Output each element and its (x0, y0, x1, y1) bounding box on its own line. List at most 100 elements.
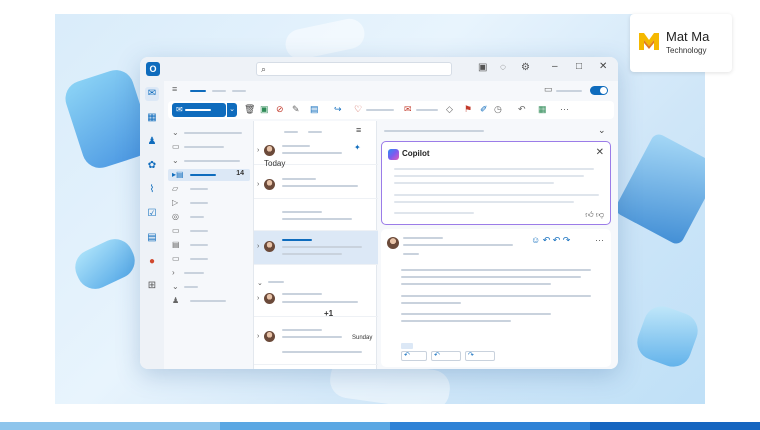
settings-icon[interactable]: ⚙ (521, 62, 530, 73)
tab-home[interactable] (190, 90, 206, 92)
lightbulb-icon[interactable]: ◌ (500, 62, 506, 73)
list-item[interactable]: ⌄ › +1 (254, 271, 378, 318)
app-rail: ✉ ▦ ♟ ✿ ⌇ ☑ ▤ ● ⊞ (140, 81, 164, 369)
notes-icon[interactable]: ▣ (478, 62, 487, 73)
folder-item[interactable]: ▭ (168, 141, 250, 153)
more-options-icon[interactable]: ⋯ (595, 235, 604, 246)
command-bar: ≡ ▭ ✉ ⌄ 🗑︎ ▣ ⊘ ✎ ▤ ↪ ♡ ✉ ◇ ⚑ ✐ ◷ ↶ ▦ ⋯ (164, 81, 618, 121)
bottom-color-bar (0, 422, 760, 430)
pin-icon[interactable]: ✐ (480, 104, 488, 115)
decorative-glass-shape (282, 16, 368, 62)
folder-group-header[interactable]: ⌄ (168, 281, 250, 293)
snooze-icon[interactable]: ◷ (494, 104, 502, 115)
reply-actions-icon[interactable]: ☺ ↶ ↶ ↷ (531, 235, 570, 246)
minimize-button[interactable]: – (552, 61, 558, 72)
close-button[interactable]: ✕ (599, 61, 607, 72)
folder-item[interactable]: ▭ (168, 225, 250, 237)
apps-icon[interactable]: ▦ (538, 104, 547, 115)
email-message: ☺ ↶ ↶ ↷ ⋯ ↶ ↶ ↷ (381, 229, 611, 367)
decorative-glass-shape (632, 301, 703, 372)
sweep-icon[interactable]: ✎ (292, 104, 300, 115)
list-item[interactable] (254, 203, 378, 231)
close-icon[interactable]: ✕ (596, 147, 604, 158)
new-outlook-toggle[interactable] (590, 86, 608, 95)
folder-item-inbox[interactable]: ▸▤ 14 (168, 169, 250, 181)
brand-logo: Mat Ma Technology (630, 14, 732, 72)
avatar (264, 293, 275, 304)
flag-filter-icon[interactable]: ♡ (354, 104, 362, 115)
move-icon[interactable]: ▤ (310, 104, 319, 115)
color-segment (590, 422, 760, 430)
color-segment (390, 422, 590, 430)
list-item[interactable]: › Sunday (254, 321, 378, 365)
color-segment (0, 422, 220, 430)
chevron-down-icon[interactable]: ⌄ (598, 125, 606, 136)
menu-icon[interactable]: ≡ (172, 84, 177, 94)
color-segment (220, 422, 390, 430)
reply-button[interactable]: ↶ (401, 351, 427, 361)
delete-icon[interactable]: 🗑︎ (244, 104, 255, 115)
outlook-logo-icon: O (146, 62, 160, 76)
read-label (416, 109, 438, 111)
folder-item[interactable]: ▤ (168, 239, 250, 251)
calendar-app-icon[interactable]: ▦ (145, 111, 159, 125)
message-list: ≡ › ✦ Today › › ⌄ › +1 › Sunday (253, 121, 378, 369)
reply-icon[interactable]: ↪ (334, 104, 342, 115)
tab-view[interactable] (212, 90, 226, 92)
report-icon[interactable]: ⊘ (276, 104, 284, 115)
reply-all-button[interactable]: ↶ (431, 351, 461, 361)
mail-app-icon[interactable]: ✉ (145, 87, 159, 101)
list-item[interactable]: › (254, 171, 378, 199)
account-header[interactable]: ⌄ (168, 127, 250, 139)
avatar (387, 237, 399, 249)
folder-group-header[interactable]: ⌄ (168, 155, 250, 167)
people-app-icon[interactable]: ♟ (145, 135, 159, 149)
attachment-app-icon[interactable]: ⌇ (145, 183, 159, 197)
brand-subtitle: Technology (666, 46, 707, 55)
focused-tab[interactable] (284, 131, 298, 133)
feedback-icon[interactable]: 👍︎ 👎︎ (585, 210, 604, 220)
copilot-icon (388, 149, 399, 160)
search-icon: ⌕ (261, 64, 267, 74)
copilot-panel: Copilot ✕ 👍︎ 👎︎ (381, 141, 611, 225)
status-text (556, 90, 582, 92)
attachment-tag (401, 343, 413, 349)
new-mail-button[interactable]: ✉ (172, 103, 226, 117)
read-icon[interactable]: ✉ (404, 104, 412, 115)
other-tab[interactable] (308, 131, 322, 133)
tab-help[interactable] (232, 90, 246, 92)
more-apps-icon[interactable]: ⊞ (145, 279, 159, 293)
subject-line (384, 130, 484, 132)
avatar (264, 331, 275, 342)
decorative-glass-shape (613, 131, 705, 247)
more-options-icon[interactable]: ⋯ (560, 104, 569, 115)
folder-pane: ⌄ ▭ ⌄ ▸▤ 14 ▱ ▷ ◎ ▭ ▤ ▭ › ⌄ ♟ (164, 121, 252, 369)
tag-icon[interactable]: ◇ (446, 104, 453, 115)
folder-item[interactable]: ◎ (168, 211, 250, 223)
decorative-glass-shape (69, 233, 141, 295)
list-item-selected[interactable]: › (254, 231, 378, 265)
archive-icon[interactable]: ▣ (260, 104, 269, 115)
search-input[interactable]: ⌕ (256, 62, 452, 76)
folder-item[interactable]: ▷ (168, 197, 250, 209)
powerpoint-app-icon[interactable]: ● (145, 255, 159, 269)
outlook-window: O ⌕ ▣ ◌ ⚙ – □ ✕ ✉ ▦ ♟ ✿ ⌇ ☑ ▤ ● ⊞ ≡ ▭ ✉ (140, 57, 618, 369)
groups-app-icon[interactable]: ✿ (145, 159, 159, 173)
message-date: Sunday (352, 335, 373, 341)
ribbon-toolbar: ✉ ⌄ 🗑︎ ▣ ⊘ ✎ ▤ ↪ ♡ ✉ ◇ ⚑ ✐ ◷ ↶ ▦ ⋯ (168, 101, 614, 119)
todo-app-icon[interactable]: ☑ (145, 207, 159, 221)
maximize-button[interactable]: □ (576, 61, 582, 72)
folder-item[interactable]: ▭ (168, 253, 250, 265)
account-item[interactable]: ♟ (168, 295, 250, 307)
flag-icon[interactable]: ⚑ (464, 104, 472, 115)
group-header-today: Today (264, 159, 286, 168)
new-mail-dropdown[interactable]: ⌄ (227, 103, 237, 117)
undo-icon[interactable]: ↶ (518, 104, 526, 115)
word-app-icon[interactable]: ▤ (145, 231, 159, 245)
folder-item[interactable]: › (168, 267, 250, 279)
forward-button[interactable]: ↷ (465, 351, 495, 361)
avatar (264, 145, 275, 156)
copilot-title: Copilot (402, 149, 430, 158)
filter-icon[interactable]: ≡ (356, 125, 361, 135)
folder-item[interactable]: ▱ (168, 183, 250, 195)
